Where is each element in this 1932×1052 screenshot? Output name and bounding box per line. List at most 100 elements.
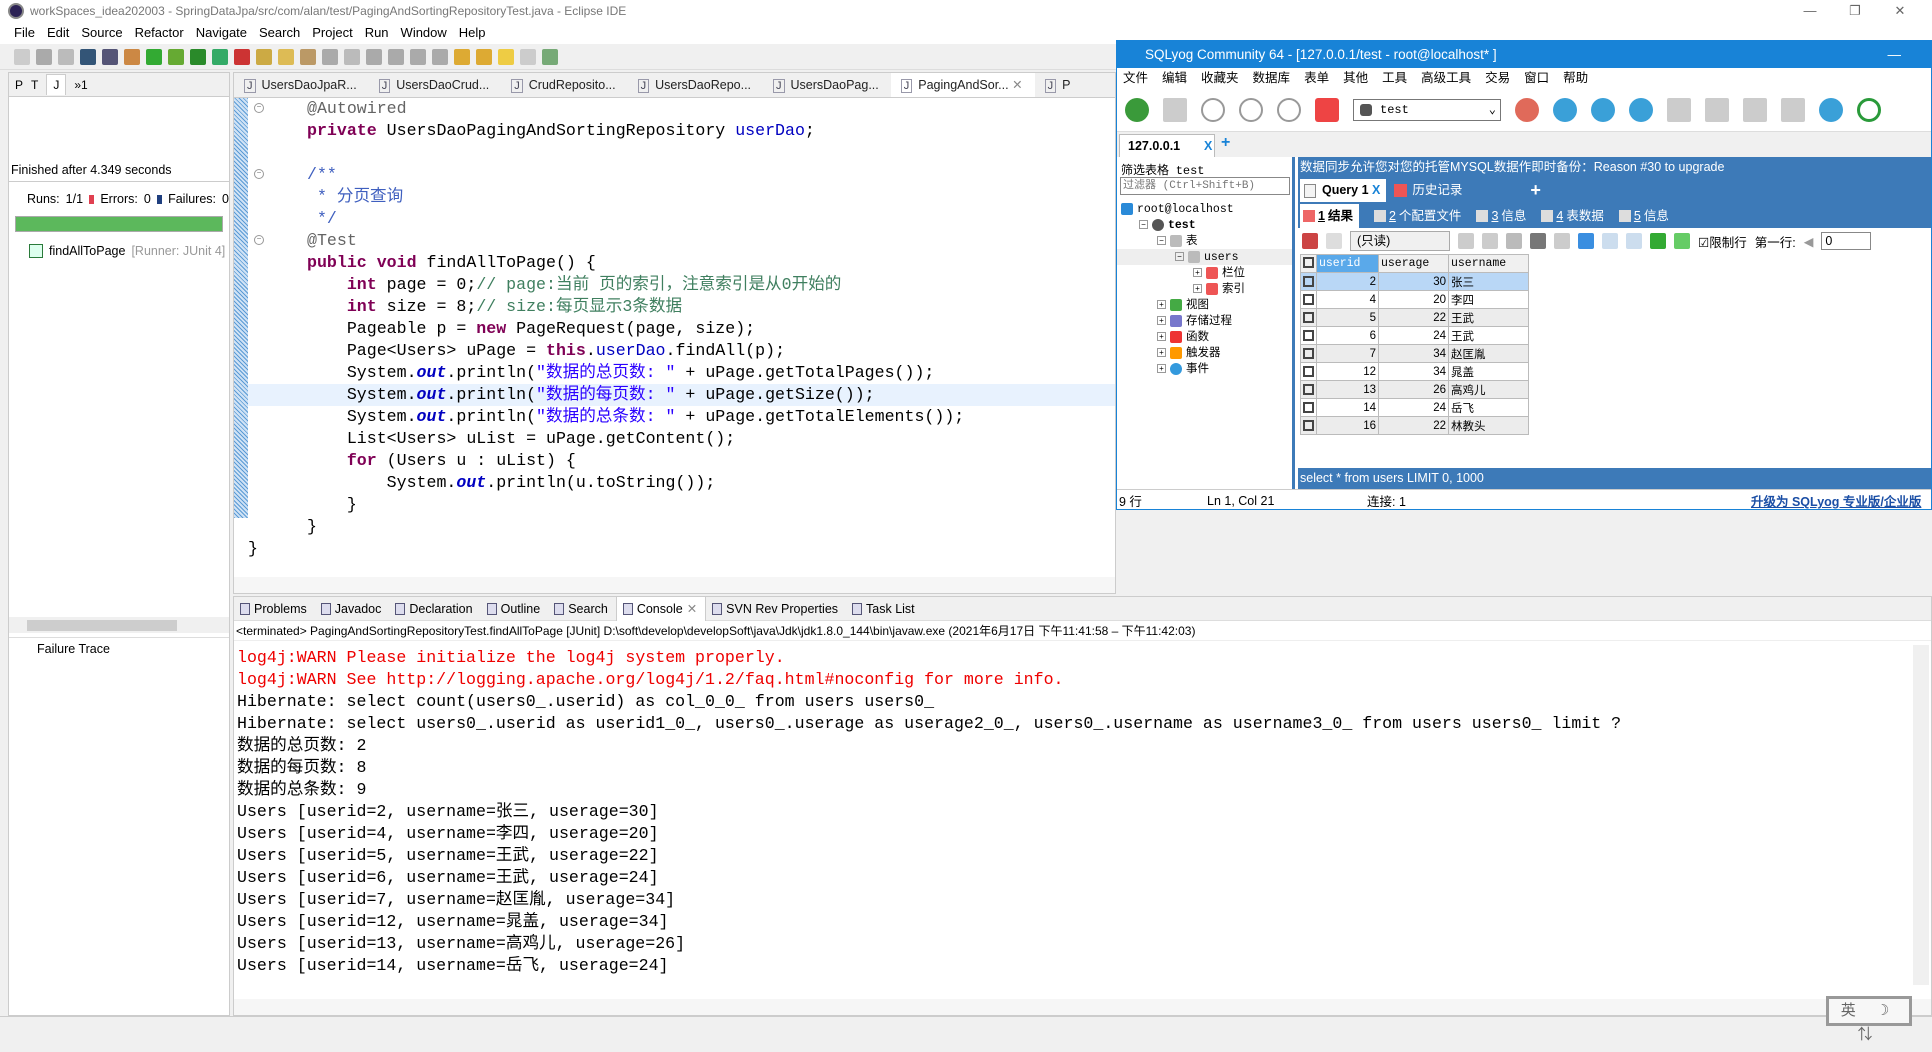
sqlyog-menu-item[interactable]: 高级工具 bbox=[1421, 68, 1471, 88]
table-cell[interactable]: 高鸡儿 bbox=[1448, 380, 1529, 399]
toolbar-button-icon[interactable] bbox=[256, 48, 272, 65]
table-cell[interactable]: 30 bbox=[1378, 272, 1449, 291]
prev-icon[interactable]: ◀ bbox=[1804, 234, 1814, 249]
table-cell[interactable]: 5 bbox=[1316, 308, 1379, 327]
table-cell[interactable]: 7 bbox=[1316, 344, 1379, 363]
table-cell[interactable]: 李四 bbox=[1448, 290, 1529, 309]
toolbar-button-icon[interactable] bbox=[58, 48, 74, 65]
row-checkbox[interactable] bbox=[1300, 398, 1317, 417]
sqlyog-menu-item[interactable]: 文件 bbox=[1123, 68, 1148, 88]
toolbar-button-icon[interactable] bbox=[498, 48, 514, 65]
menu-search[interactable]: Search bbox=[259, 22, 300, 44]
expand-toggle-icon[interactable]: − bbox=[1157, 236, 1166, 246]
new-query-icon[interactable] bbox=[1163, 97, 1187, 122]
toolbar-button-icon[interactable] bbox=[432, 48, 448, 65]
sqlyog-menu-item[interactable]: 窗口 bbox=[1524, 68, 1549, 88]
tab-overflow[interactable]: »1 bbox=[74, 78, 87, 92]
close-icon[interactable]: ✕ bbox=[687, 597, 697, 621]
editor-tab[interactable]: J UsersDaoRepo... bbox=[628, 73, 763, 97]
copy-icon[interactable] bbox=[1482, 233, 1498, 249]
tab-junit[interactable]: J bbox=[46, 74, 67, 95]
table-row[interactable]: 7 34 赵匡胤 bbox=[1300, 344, 1529, 363]
editor-tab[interactable]: J PagingAndSor... ✕ bbox=[890, 73, 1035, 97]
toolbar-button-icon[interactable] bbox=[322, 48, 338, 65]
table-cell[interactable]: 13 bbox=[1316, 380, 1379, 399]
grid-view-icon[interactable] bbox=[1578, 233, 1594, 249]
table-row[interactable]: 2 30 张三 bbox=[1300, 272, 1529, 291]
sqlyog-minimize-button[interactable]: — bbox=[1888, 41, 1902, 68]
toolbar-button-icon[interactable] bbox=[388, 48, 404, 65]
menu-window[interactable]: Window bbox=[401, 22, 447, 44]
shapes-icon[interactable] bbox=[1315, 97, 1339, 122]
code-area[interactable]: − @Autowired private UsersDaoPagingAndSort… bbox=[248, 98, 1115, 568]
result-grid[interactable]: userid userage username 2 30 张三 4 20 李四 5 22 王武 6 24 王… bbox=[1300, 254, 1529, 435]
table-cell[interactable]: 晁盖 bbox=[1448, 362, 1529, 381]
expand-toggle-icon[interactable]: + bbox=[1157, 348, 1166, 358]
tab-search[interactable]: Search bbox=[548, 597, 616, 621]
tab-javadoc[interactable]: Javadoc bbox=[315, 597, 390, 621]
toolbar-button-icon[interactable] bbox=[190, 48, 206, 65]
tree-item[interactable]: − test bbox=[1117, 217, 1292, 233]
row-checkbox[interactable] bbox=[1300, 326, 1317, 345]
row-checkbox[interactable] bbox=[1300, 344, 1317, 363]
sqlyog-menu-item[interactable]: 帮助 bbox=[1563, 68, 1588, 88]
sqlyog-menu-item[interactable]: 表单 bbox=[1304, 68, 1329, 88]
tab-type-hierarchy[interactable]: T bbox=[31, 78, 38, 92]
toolbar-button-icon[interactable] bbox=[146, 48, 162, 65]
toolbar-button-icon[interactable] bbox=[102, 48, 118, 65]
tree-item[interactable]: + 索引 bbox=[1117, 281, 1292, 297]
toolbar-button-icon[interactable] bbox=[212, 48, 228, 65]
text-view-icon[interactable] bbox=[1626, 233, 1642, 249]
filter-input[interactable]: 过滤器 (Ctrl+Shift+B) bbox=[1120, 177, 1290, 195]
row-checkbox[interactable] bbox=[1300, 272, 1317, 291]
console-horizontal-scrollbar[interactable] bbox=[234, 999, 1931, 1015]
test-item[interactable]: findAllToPage [Runner: JUnit 4] bbox=[9, 244, 229, 258]
editor-tab[interactable]: J CrudReposito... bbox=[501, 73, 627, 97]
restore-icon[interactable] bbox=[1591, 97, 1615, 122]
result-tab[interactable]: 5 信息 bbox=[1616, 204, 1669, 228]
tree-item[interactable]: + 视图 bbox=[1117, 297, 1292, 313]
execute-all-icon[interactable] bbox=[1239, 97, 1263, 122]
fold-icon[interactable]: − bbox=[254, 169, 264, 179]
form-view-icon[interactable] bbox=[1602, 233, 1618, 249]
sqlyog-menu-item[interactable]: 收藏夹 bbox=[1201, 68, 1239, 88]
toolbar-button-icon[interactable] bbox=[124, 48, 140, 65]
expand-toggle-icon[interactable]: + bbox=[1157, 364, 1166, 374]
execute-edit-icon[interactable] bbox=[1277, 97, 1301, 122]
tab-console[interactable]: Console ✕ bbox=[615, 596, 707, 621]
execute-icon[interactable] bbox=[1201, 97, 1225, 122]
connect-icon[interactable] bbox=[1125, 97, 1149, 122]
menu-run[interactable]: Run bbox=[365, 22, 389, 44]
result-mode-select[interactable]: (只读) bbox=[1350, 231, 1450, 251]
menu-project[interactable]: Project bbox=[312, 22, 352, 44]
sqlyog-menu-item[interactable]: 数据库 bbox=[1253, 68, 1291, 88]
column-header-userage[interactable]: userage bbox=[1378, 254, 1449, 273]
table-row[interactable]: 6 24 王武 bbox=[1300, 326, 1529, 345]
insert-icon[interactable] bbox=[1458, 233, 1474, 249]
table-row[interactable]: 12 34 晁盖 bbox=[1300, 362, 1529, 381]
table-row[interactable]: 4 20 李四 bbox=[1300, 290, 1529, 309]
tree-item[interactable]: + 存储过程 bbox=[1117, 313, 1292, 329]
column-header-username[interactable]: username bbox=[1448, 254, 1529, 273]
table-cell[interactable]: 12 bbox=[1316, 362, 1379, 381]
expand-toggle-icon[interactable]: + bbox=[1193, 284, 1202, 294]
tab-problems[interactable]: Problems bbox=[234, 597, 315, 621]
menu-edit[interactable]: Edit bbox=[47, 22, 69, 44]
expand-toggle-icon[interactable]: + bbox=[1193, 268, 1202, 278]
expand-toggle-icon[interactable]: + bbox=[1157, 316, 1166, 326]
toolbar-button-icon[interactable] bbox=[300, 48, 316, 65]
close-button[interactable]: ✕ bbox=[1880, 0, 1920, 22]
fold-icon[interactable]: − bbox=[254, 235, 264, 245]
tab-outline[interactable]: Outline bbox=[481, 597, 549, 621]
editor-horizontal-scrollbar[interactable] bbox=[234, 577, 1115, 593]
table-cell[interactable]: 16 bbox=[1316, 416, 1379, 435]
tree-item[interactable]: + 函数 bbox=[1117, 329, 1292, 345]
table-cell[interactable]: 20 bbox=[1378, 290, 1449, 309]
toolbar-button-icon[interactable] bbox=[278, 48, 294, 65]
refresh-icon[interactable] bbox=[1674, 233, 1690, 249]
tree-item[interactable]: root@localhost bbox=[1117, 201, 1292, 217]
expand-toggle-icon[interactable]: − bbox=[1139, 220, 1148, 230]
limit-checkbox[interactable]: ☑限制行 bbox=[1698, 232, 1747, 251]
tree-item[interactable]: + 栏位 bbox=[1117, 265, 1292, 281]
editor-tab[interactable]: J UsersDaoJpaR... bbox=[234, 73, 369, 97]
